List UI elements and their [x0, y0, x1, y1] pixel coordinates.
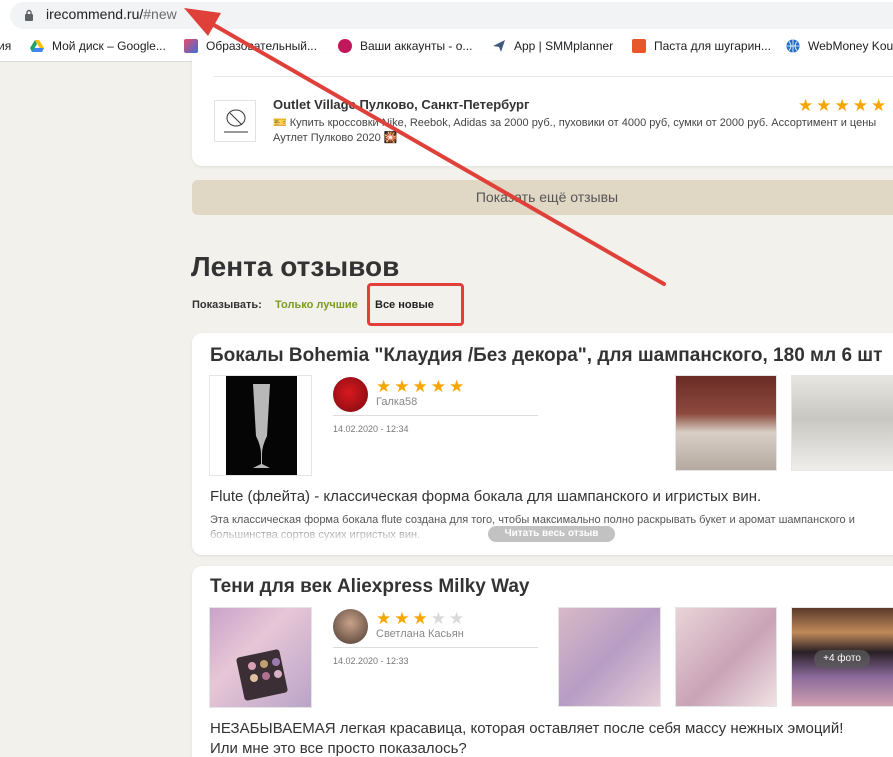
review-card[interactable]: Бокалы Bohemia "Клаудия /Без декора", дл… — [192, 333, 893, 555]
outlet-rating: ★ ★ ★ ★ ★ — [798, 97, 886, 114]
annotation-highlight-box — [367, 283, 464, 326]
outlet-title[interactable]: Outlet Village Пулково, Санкт-Петербург — [273, 97, 529, 112]
page-title: Лента отзывов — [191, 251, 400, 282]
review-photo[interactable] — [675, 607, 777, 707]
outlet-card[interactable]: Outlet Village Пулково, Санкт-Петербург … — [192, 54, 893, 166]
star-empty-icon: ★ — [449, 609, 465, 628]
star-icon: ★ — [394, 609, 410, 628]
bookmark-accounts[interactable]: Ваши аккаунты - о... — [338, 39, 472, 53]
globe-icon — [786, 39, 800, 53]
author-name[interactable]: Галка58 — [376, 396, 417, 408]
review-photo[interactable] — [558, 607, 661, 707]
more-photos-badge[interactable]: +4 фото — [814, 650, 870, 668]
filter-label: Показывать: — [192, 299, 262, 311]
author-name[interactable]: Светлана Касьян — [376, 628, 464, 640]
review-date: 14.02.2020 - 12:33 — [333, 656, 409, 666]
bookmark-education[interactable]: Образовательный... — [184, 39, 317, 53]
bookmark-google-drive[interactable]: Мой диск – Google... — [30, 39, 166, 53]
divider — [214, 76, 893, 77]
star-icon: ★ — [798, 96, 814, 115]
review-date: 14.02.2020 - 12:34 — [333, 424, 409, 434]
outlet-logo — [214, 100, 256, 142]
star-icon: ★ — [376, 377, 392, 396]
lock-icon[interactable] — [24, 9, 34, 21]
divider — [333, 647, 538, 648]
star-icon: ★ — [412, 377, 428, 396]
star-icon: ★ — [430, 377, 446, 396]
review-title[interactable]: Тени для век Aliexpress Milky Way — [210, 576, 530, 598]
star-icon: ★ — [449, 377, 465, 396]
review-photo[interactable] — [675, 375, 777, 471]
review-card[interactable]: Тени для век Aliexpress Milky Way ★ ★ ★ … — [192, 566, 893, 757]
bookmark-webmoney[interactable]: WebMoney Kou — [786, 39, 893, 53]
review-rating: ★ ★ ★ ★ ★ — [376, 610, 464, 627]
star-icon: ★ — [834, 96, 850, 115]
bookmark-smmplanner[interactable]: App | SMMplanner — [492, 39, 613, 53]
avatar[interactable] — [333, 377, 368, 412]
bookmark-favicon-icon — [632, 39, 646, 53]
star-icon: ★ — [394, 377, 410, 396]
star-icon: ★ — [816, 96, 832, 115]
paper-plane-icon — [493, 40, 505, 52]
review-title[interactable]: Бокалы Bohemia "Клаудия /Без декора", дл… — [210, 345, 882, 367]
product-image[interactable] — [209, 607, 312, 708]
review-photo[interactable] — [791, 375, 893, 471]
accounts-favicon-icon — [338, 39, 352, 53]
star-icon: ★ — [412, 609, 428, 628]
url-text[interactable]: irecommend.ru/#new — [46, 6, 177, 22]
star-empty-icon: ★ — [430, 609, 446, 628]
bookmark-pasta[interactable]: Паста для шугарин... — [632, 39, 771, 53]
star-icon: ★ — [852, 96, 868, 115]
bookmark-item[interactable]: ия — [0, 39, 11, 53]
read-full-review-button[interactable]: Читать весь отзыв — [488, 526, 615, 542]
browser-address-bar: irecommend.ru/#new — [0, 0, 893, 32]
star-icon: ★ — [871, 96, 887, 115]
review-lead: Flute (флейта) - классическая форма бока… — [210, 488, 762, 505]
outlet-description: 🎫 Купить кроссовки Nike, Reebok, Adidas … — [273, 117, 877, 144]
show-more-reviews-button[interactable]: Показать ещё отзывы — [192, 180, 893, 215]
review-rating: ★ ★ ★ ★ ★ — [376, 378, 464, 395]
divider — [333, 415, 538, 416]
product-image[interactable] — [209, 375, 312, 476]
review-lead: НЕЗАБЫВАЕМАЯ легкая красавица, которая о… — [210, 720, 844, 757]
star-icon: ★ — [376, 609, 392, 628]
avatar[interactable] — [333, 609, 368, 644]
bookmark-favicon-icon — [184, 39, 198, 53]
filter-best-link[interactable]: Только лучшие — [275, 299, 358, 311]
google-drive-icon — [30, 40, 44, 52]
